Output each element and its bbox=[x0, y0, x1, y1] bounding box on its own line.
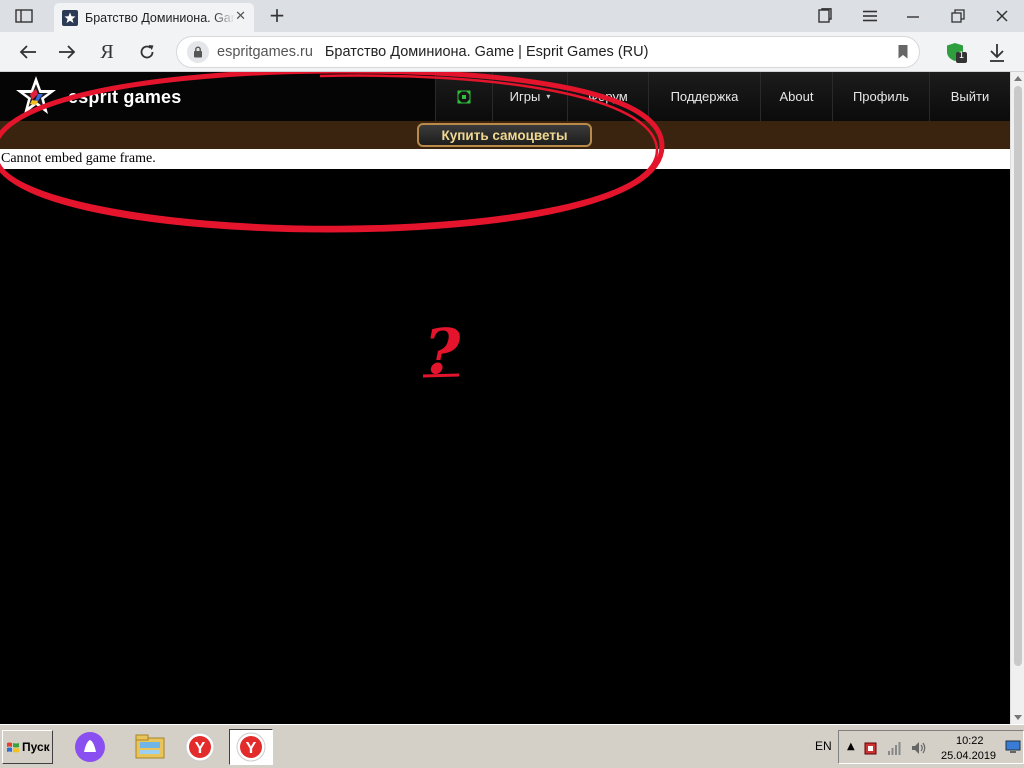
yandex-browser-icon[interactable]: Y bbox=[182, 729, 218, 765]
windows-taskbar: Пуск Y Y EN ▲ 10:22 25.04.2019 bbox=[0, 724, 1024, 768]
browser-nav-bar: Я espritgames.ru Братство Доминиона. Gam… bbox=[0, 32, 1024, 72]
system-tray: ▲ 10:22 25.04.2019 bbox=[838, 730, 1024, 764]
new-tab-button[interactable]: + bbox=[266, 5, 288, 27]
reload-icon[interactable] bbox=[134, 40, 160, 64]
restore-window-icon[interactable] bbox=[943, 4, 973, 28]
menu-games-label: Игры bbox=[509, 89, 541, 104]
buy-gems-button[interactable]: Купить самоцветы bbox=[417, 123, 592, 147]
tab-title: Братство Доминиона. Game | Esprit Games … bbox=[85, 10, 235, 25]
bookmark-icon[interactable] bbox=[897, 44, 909, 64]
browser-tab-strip: Братство Доминиона. Game | Esprit Games … bbox=[0, 0, 1024, 32]
lock-icon[interactable] bbox=[187, 41, 209, 63]
screen: Братство Доминиона. Game | Esprit Games … bbox=[0, 0, 1024, 768]
menu-hamburger-icon[interactable] bbox=[855, 4, 885, 28]
close-window-icon[interactable] bbox=[987, 4, 1017, 28]
web-page: esprit games Игры ▾ Форум Поддержка Abou… bbox=[0, 72, 1010, 724]
site-main-menu: Игры ▾ Форум Поддержка About Профиль Вый… bbox=[435, 72, 1010, 121]
site-favicon-icon bbox=[62, 9, 78, 26]
menu-profile[interactable]: Профиль bbox=[832, 72, 929, 121]
sidebar-toggle-icon[interactable] bbox=[8, 6, 40, 26]
back-arrow-icon[interactable] bbox=[15, 40, 41, 64]
scroll-up-arrow-icon[interactable] bbox=[1014, 76, 1022, 81]
downloads-icon[interactable] bbox=[984, 40, 1010, 66]
menu-profile-label: Профиль bbox=[852, 89, 910, 104]
address-domain: espritgames.ru bbox=[217, 44, 313, 60]
menu-forum[interactable]: Форум bbox=[567, 72, 648, 121]
menu-logout-label: Выйти bbox=[950, 89, 990, 104]
menu-support-label: Поддержка bbox=[670, 89, 739, 104]
alice-assistant-icon[interactable] bbox=[72, 729, 108, 765]
clock-date[interactable]: 25.04.2019 bbox=[941, 750, 996, 762]
network-signal-icon bbox=[888, 742, 901, 755]
embed-error-strip: Cannot embed game frame. bbox=[0, 149, 1010, 169]
show-desktop-icon bbox=[1005, 740, 1021, 753]
protect-shield-icon[interactable]: 1 bbox=[944, 40, 970, 66]
scrollbar-thumb[interactable] bbox=[1014, 86, 1022, 666]
minimize-window-icon[interactable] bbox=[898, 4, 928, 28]
site-header: esprit games Игры ▾ Форум Поддержка Abou… bbox=[0, 72, 1010, 121]
start-label: Пуск bbox=[22, 740, 50, 754]
volume-icon bbox=[912, 742, 926, 754]
address-page-title: Братство Доминиона. Game | Esprit Games … bbox=[324, 44, 649, 60]
svg-text:Y: Y bbox=[246, 740, 257, 757]
clock-time[interactable]: 10:22 bbox=[956, 735, 984, 747]
forward-arrow-icon[interactable] bbox=[54, 40, 80, 64]
address-bar[interactable]: espritgames.ru Братство Доминиона. Game … bbox=[176, 36, 920, 68]
menu-about[interactable]: About bbox=[760, 72, 832, 121]
close-tab-icon[interactable]: ✕ bbox=[235, 10, 246, 24]
menu-support[interactable]: Поддержка bbox=[648, 72, 760, 121]
menu-about-label: About bbox=[779, 89, 814, 104]
menu-logout[interactable]: Выйти bbox=[929, 72, 1010, 121]
page-scrollbar[interactable] bbox=[1010, 72, 1024, 724]
buy-gems-bar: Купить самоцветы bbox=[0, 121, 1010, 149]
browser-tab[interactable]: Братство Доминиона. Game | Esprit Games … bbox=[54, 3, 254, 32]
scroll-down-arrow-icon[interactable] bbox=[1014, 715, 1022, 720]
fullscreen-icon bbox=[457, 90, 471, 103]
menu-forum-label: Форум bbox=[588, 89, 628, 104]
start-button[interactable]: Пуск bbox=[2, 730, 53, 764]
yandex-browser-active-window[interactable]: Y bbox=[229, 729, 273, 765]
svg-text:Y: Y bbox=[195, 740, 206, 757]
yandex-home-button[interactable]: Я bbox=[94, 40, 120, 64]
menu-fullscreen[interactable] bbox=[435, 72, 492, 121]
show-hidden-icons-icon[interactable]: ▲ bbox=[847, 741, 855, 752]
file-explorer-icon[interactable] bbox=[132, 729, 168, 765]
yandex-browser-icon: Y bbox=[236, 732, 266, 762]
tray-app-icon bbox=[864, 742, 877, 755]
windows-flag-icon bbox=[7, 742, 19, 752]
menu-games[interactable]: Игры ▾ bbox=[492, 72, 567, 121]
embed-error-message: Cannot embed game frame. bbox=[1, 151, 156, 166]
protect-badge-count: 1 bbox=[958, 51, 965, 61]
collections-icon[interactable] bbox=[810, 4, 840, 28]
esprit-star-logo-icon[interactable] bbox=[14, 74, 58, 118]
chevron-down-icon: ▾ bbox=[546, 92, 551, 101]
logo-text[interactable]: esprit games bbox=[68, 87, 181, 108]
language-indicator[interactable]: EN bbox=[815, 739, 832, 753]
